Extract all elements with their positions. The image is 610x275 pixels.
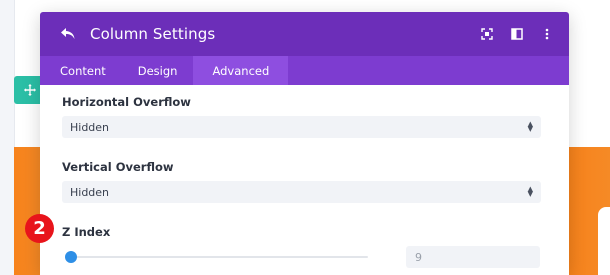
select-arrows-icon: ▲ ▼ (527, 120, 533, 133)
step-number-badge: 2 (25, 214, 54, 243)
horizontal-overflow-value: Hidden (70, 120, 110, 134)
more-vertical-icon[interactable] (539, 26, 555, 42)
slider-thumb[interactable] (65, 251, 77, 263)
z-index-label: Z Index (62, 225, 111, 239)
select-arrows-icon: ▲ ▼ (527, 185, 533, 198)
tab-content[interactable]: Content (44, 56, 122, 85)
z-index-input[interactable]: 9 (406, 246, 540, 268)
orange-section-right (566, 147, 610, 275)
column-settings-modal: Column Settings Content Design Advanced … (40, 12, 569, 275)
vertical-overflow-label: Vertical Overflow (62, 160, 174, 174)
slider-track (66, 256, 368, 258)
vertical-overflow-select[interactable]: Hidden ▲ ▼ (62, 181, 541, 203)
tab-bar: Content Design Advanced (40, 56, 569, 85)
back-arrow-icon[interactable] (60, 25, 78, 43)
vertical-overflow-value: Hidden (70, 185, 110, 199)
tab-design[interactable]: Design (122, 56, 194, 85)
modal-header: Column Settings (40, 12, 569, 56)
horizontal-overflow-label: Horizontal Overflow (62, 95, 191, 109)
expand-icon[interactable] (479, 26, 495, 42)
sidebar-toggle-icon[interactable] (509, 26, 525, 42)
modal-title: Column Settings (90, 25, 216, 43)
z-index-slider[interactable] (62, 250, 368, 264)
horizontal-overflow-select[interactable]: Hidden ▲ ▼ (62, 116, 541, 138)
tab-advanced[interactable]: Advanced (193, 56, 289, 85)
move-icon (23, 83, 37, 97)
